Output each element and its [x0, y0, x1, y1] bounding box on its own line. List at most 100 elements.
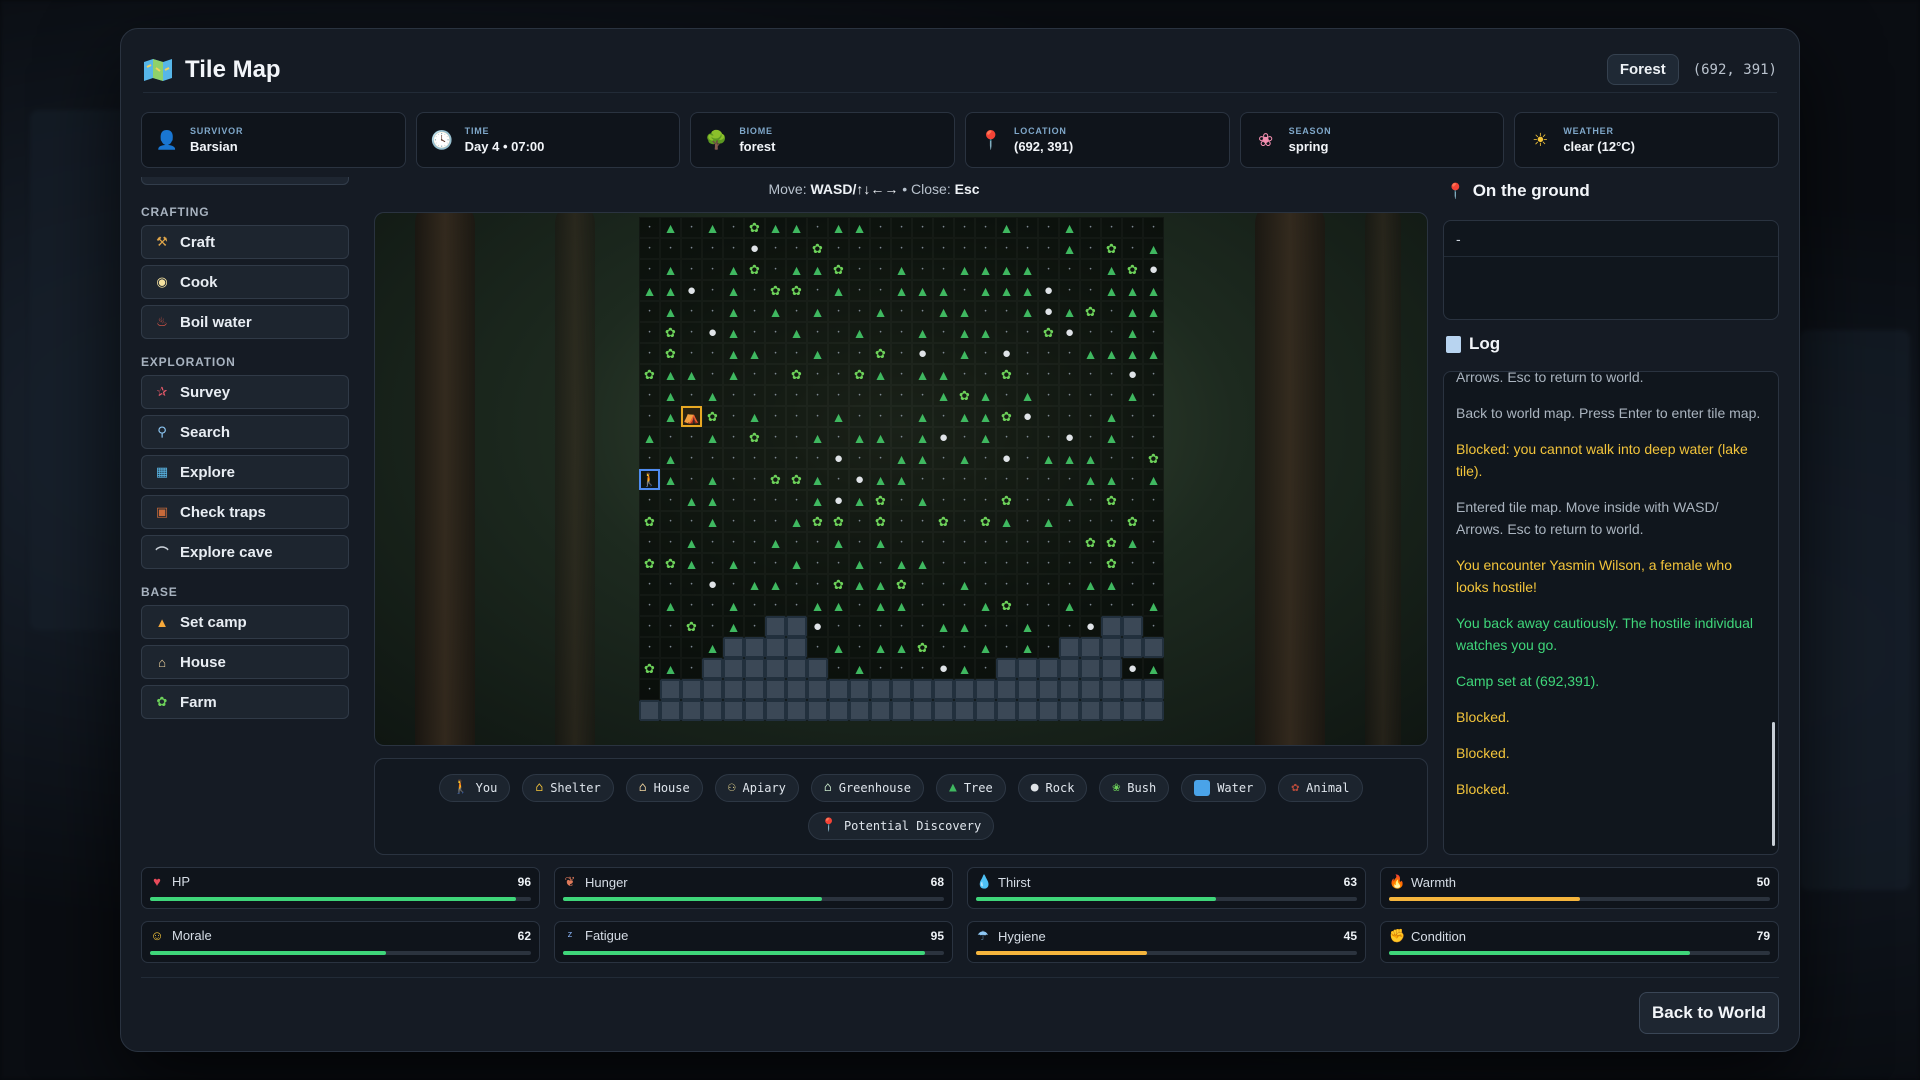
- tree-tile[interactable]: ▲: [1122, 280, 1143, 301]
- empty-tile[interactable]: [765, 385, 786, 406]
- tree-tile[interactable]: ▲: [1080, 574, 1101, 595]
- empty-tile[interactable]: [933, 637, 954, 658]
- tree-tile[interactable]: ▲: [1143, 301, 1164, 322]
- tree-tile[interactable]: ▲: [1038, 511, 1059, 532]
- empty-tile[interactable]: [912, 301, 933, 322]
- empty-tile[interactable]: [912, 511, 933, 532]
- bush-tile[interactable]: ✿: [849, 364, 870, 385]
- empty-tile[interactable]: [765, 427, 786, 448]
- empty-tile[interactable]: [954, 469, 975, 490]
- empty-tile[interactable]: [1122, 448, 1143, 469]
- empty-tile[interactable]: [702, 532, 723, 553]
- tree-tile[interactable]: ▲: [723, 259, 744, 280]
- water-tile[interactable]: [765, 658, 786, 679]
- empty-tile[interactable]: [828, 322, 849, 343]
- bush-tile[interactable]: ✿: [702, 406, 723, 427]
- empty-tile[interactable]: [786, 532, 807, 553]
- empty-tile[interactable]: [933, 469, 954, 490]
- empty-tile[interactable]: [660, 511, 681, 532]
- empty-tile[interactable]: [996, 238, 1017, 259]
- water-tile[interactable]: [1038, 658, 1059, 679]
- empty-tile[interactable]: [954, 595, 975, 616]
- tree-tile[interactable]: ▲: [891, 553, 912, 574]
- water-tile[interactable]: [828, 679, 849, 700]
- empty-tile[interactable]: [765, 511, 786, 532]
- tree-tile[interactable]: ▲: [870, 574, 891, 595]
- empty-tile[interactable]: [1080, 595, 1101, 616]
- water-tile[interactable]: [1101, 637, 1122, 658]
- empty-tile[interactable]: [954, 427, 975, 448]
- water-tile[interactable]: [744, 658, 765, 679]
- tree-tile[interactable]: ▲: [1101, 574, 1122, 595]
- water-tile[interactable]: [723, 658, 744, 679]
- tree-tile[interactable]: ▲: [828, 637, 849, 658]
- tree-tile[interactable]: ▲: [1101, 406, 1122, 427]
- water-tile[interactable]: [1038, 679, 1059, 700]
- empty-tile[interactable]: [639, 574, 660, 595]
- tree-tile[interactable]: ▲: [1122, 301, 1143, 322]
- tree-tile[interactable]: ▲: [681, 490, 702, 511]
- tree-tile[interactable]: ▲: [807, 490, 828, 511]
- tree-tile[interactable]: ▲: [912, 322, 933, 343]
- tree-tile[interactable]: ▲: [891, 469, 912, 490]
- empty-tile[interactable]: [1038, 490, 1059, 511]
- empty-tile[interactable]: [891, 427, 912, 448]
- tree-tile[interactable]: ▲: [1143, 343, 1164, 364]
- empty-tile[interactable]: [891, 406, 912, 427]
- water-tile[interactable]: [1038, 700, 1059, 721]
- empty-tile[interactable]: [912, 385, 933, 406]
- log-scrollbar[interactable]: [1772, 722, 1775, 846]
- tree-tile[interactable]: ▲: [975, 385, 996, 406]
- empty-tile[interactable]: [933, 322, 954, 343]
- tree-tile[interactable]: ▲: [891, 259, 912, 280]
- empty-tile[interactable]: [1101, 448, 1122, 469]
- empty-tile[interactable]: [723, 490, 744, 511]
- tree-tile[interactable]: ▲: [996, 280, 1017, 301]
- rock-tile[interactable]: ●: [681, 280, 702, 301]
- tree-tile[interactable]: ▲: [849, 427, 870, 448]
- empty-tile[interactable]: [639, 343, 660, 364]
- empty-tile[interactable]: [1059, 385, 1080, 406]
- tree-tile[interactable]: ▲: [1122, 322, 1143, 343]
- tree-tile[interactable]: ▲: [849, 658, 870, 679]
- tree-tile[interactable]: ▲: [660, 259, 681, 280]
- empty-tile[interactable]: [744, 364, 765, 385]
- water-tile[interactable]: [681, 679, 702, 700]
- empty-tile[interactable]: [744, 532, 765, 553]
- empty-tile[interactable]: [870, 406, 891, 427]
- empty-tile[interactable]: [933, 217, 954, 238]
- empty-tile[interactable]: [870, 238, 891, 259]
- empty-tile[interactable]: [954, 511, 975, 532]
- tree-tile[interactable]: ▲: [975, 406, 996, 427]
- tree-tile[interactable]: ▲: [1059, 448, 1080, 469]
- empty-tile[interactable]: [975, 343, 996, 364]
- empty-tile[interactable]: [1017, 322, 1038, 343]
- bush-tile[interactable]: ✿: [807, 238, 828, 259]
- tree-tile[interactable]: ▲: [723, 595, 744, 616]
- empty-tile[interactable]: [1101, 364, 1122, 385]
- tree-tile[interactable]: ▲: [1101, 427, 1122, 448]
- tree-tile[interactable]: ▲: [744, 574, 765, 595]
- empty-tile[interactable]: [1080, 511, 1101, 532]
- water-tile[interactable]: [702, 700, 723, 721]
- empty-tile[interactable]: [660, 637, 681, 658]
- bush-tile[interactable]: ✿: [807, 511, 828, 532]
- empty-tile[interactable]: [1017, 343, 1038, 364]
- tree-tile[interactable]: ▲: [870, 301, 891, 322]
- bush-tile[interactable]: ✿: [828, 511, 849, 532]
- empty-tile[interactable]: [975, 448, 996, 469]
- water-tile[interactable]: [933, 679, 954, 700]
- empty-tile[interactable]: [975, 469, 996, 490]
- tree-tile[interactable]: ▲: [807, 301, 828, 322]
- tree-tile[interactable]: ▲: [1143, 238, 1164, 259]
- empty-tile[interactable]: [639, 616, 660, 637]
- empty-tile[interactable]: [681, 637, 702, 658]
- empty-tile[interactable]: [786, 238, 807, 259]
- empty-tile[interactable]: [723, 574, 744, 595]
- rock-tile[interactable]: ●: [1038, 301, 1059, 322]
- empty-tile[interactable]: [996, 301, 1017, 322]
- tree-tile[interactable]: ▲: [1122, 343, 1143, 364]
- water-tile[interactable]: [1059, 658, 1080, 679]
- water-tile[interactable]: [744, 679, 765, 700]
- empty-tile[interactable]: [1059, 469, 1080, 490]
